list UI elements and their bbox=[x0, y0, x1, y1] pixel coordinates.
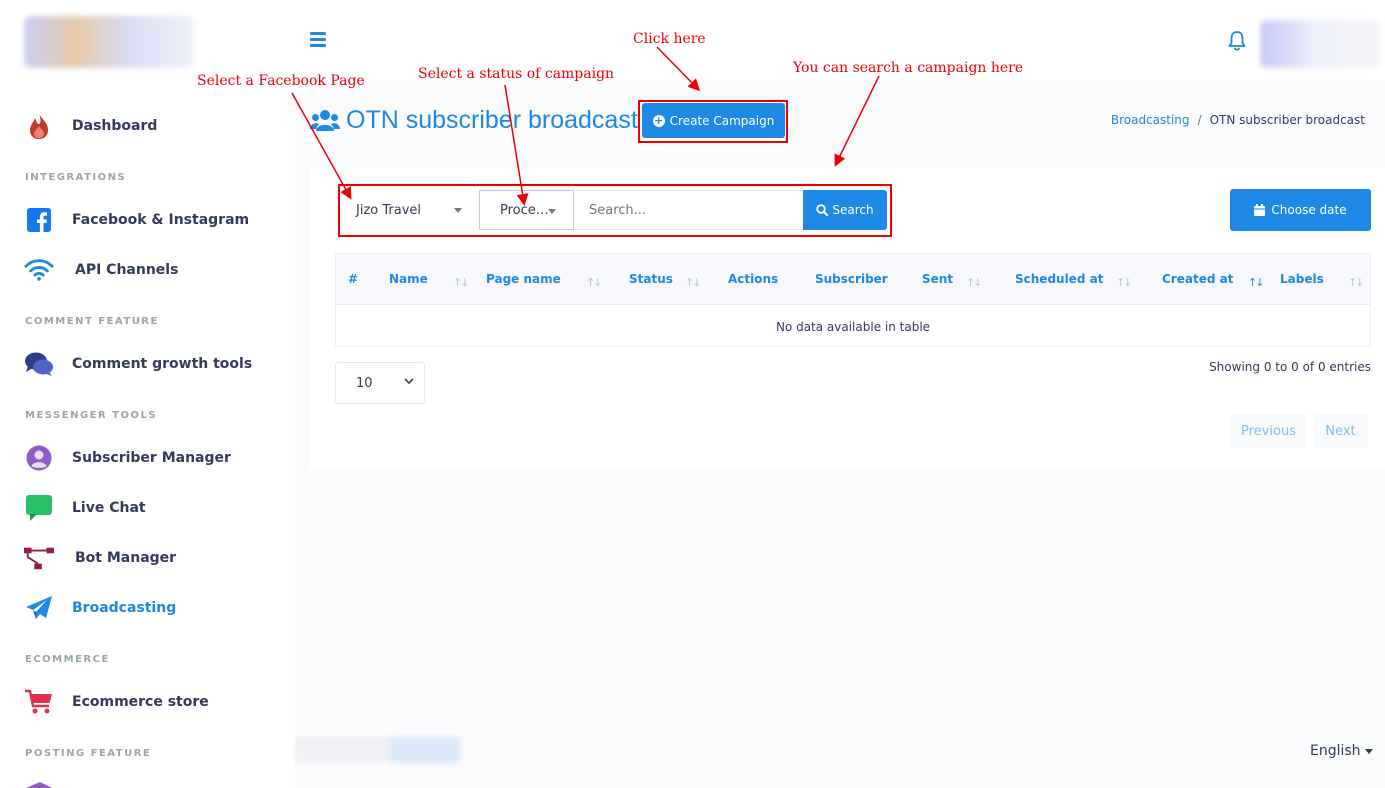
annotation-select-status: Select a status of campaign bbox=[418, 66, 615, 82]
column-header-actions: Actions bbox=[728, 272, 779, 286]
sort-icon[interactable]: ↑↓ bbox=[966, 276, 983, 289]
language-label: English bbox=[1310, 743, 1361, 759]
annotation-search-hint: You can search a campaign here bbox=[793, 60, 1024, 76]
annotation-click-here: Click here bbox=[633, 31, 706, 47]
sidebar-item-facebook-instagram[interactable]: Facebook & Instagram bbox=[24, 200, 249, 240]
sidebar-item-label: Dashboard bbox=[72, 118, 158, 134]
section-header-messenger-tools: MESSENGER TOOLS bbox=[25, 410, 158, 421]
create-campaign-button[interactable]: + Create Campaign bbox=[642, 103, 785, 138]
paper-plane-icon bbox=[24, 593, 54, 623]
footer-copyright bbox=[295, 737, 460, 763]
next-page-button[interactable]: Next bbox=[1313, 414, 1368, 448]
sidebar-item-label: Facebook & Instagram bbox=[72, 212, 250, 228]
sidebar-item-dashboard[interactable]: Dashboard bbox=[24, 106, 157, 146]
sidebar-item-label: Subscriber Manager bbox=[72, 450, 231, 466]
calendar-icon bbox=[1254, 204, 1266, 216]
sidebar-item-label: Ecommerce store bbox=[72, 694, 209, 710]
previous-page-button[interactable]: Previous bbox=[1231, 414, 1306, 448]
user-circle-icon bbox=[24, 443, 54, 473]
sidebar-item-label: Comment growth tools bbox=[72, 356, 253, 372]
sidebar-item-label: Broadcasting bbox=[72, 600, 177, 616]
section-header-posting-feature: POSTING FEATURE bbox=[25, 748, 152, 759]
facebook-page-select[interactable]: Jizo Travel bbox=[342, 190, 472, 230]
chevron-down-icon bbox=[404, 378, 414, 385]
column-header-name[interactable]: Name bbox=[389, 272, 428, 286]
search-icon bbox=[816, 204, 829, 216]
hamburger-icon[interactable] bbox=[310, 32, 326, 48]
caret-down-icon bbox=[454, 208, 462, 213]
table-header: # Name ↑↓ Page name ↑↓ Status ↑↓ Actions… bbox=[336, 254, 1370, 305]
column-header-created-at[interactable]: Created at bbox=[1162, 272, 1233, 286]
search-input[interactable] bbox=[575, 190, 803, 230]
section-header-comment-feature: COMMENT FEATURE bbox=[25, 316, 159, 327]
table-info: Showing 0 to 0 of 0 entries bbox=[1209, 360, 1371, 374]
section-header-ecommerce: ECOMMERCE bbox=[25, 654, 110, 665]
campaign-status-select-value: Proce… bbox=[500, 202, 549, 218]
wifi-icon bbox=[24, 255, 54, 285]
sort-desc-icon[interactable]: ↑↓ bbox=[1248, 276, 1265, 289]
empty-table-message: No data available in table bbox=[775, 320, 931, 334]
sidebar-item-api-channels[interactable]: API Channels bbox=[24, 250, 178, 290]
sort-icon[interactable]: ↑↓ bbox=[586, 276, 603, 289]
brand-logo[interactable] bbox=[24, 16, 194, 68]
column-header-scheduled-at[interactable]: Scheduled at bbox=[1015, 272, 1103, 286]
page-length-select[interactable]: 10 bbox=[335, 362, 425, 404]
sidebar-item-bot-manager[interactable]: Bot Manager bbox=[24, 538, 176, 578]
campaign-status-select[interactable]: Proce… bbox=[479, 190, 574, 230]
page-length-value: 10 bbox=[356, 375, 373, 391]
sort-icon[interactable]: ↑↓ bbox=[453, 276, 470, 289]
breadcrumb: Broadcasting / OTN subscriber broadcast bbox=[1111, 113, 1365, 127]
sort-icon[interactable]: ↑↓ bbox=[685, 276, 702, 289]
sidebar-item-subscriber-manager[interactable]: Subscriber Manager bbox=[24, 438, 231, 478]
sidebar-item-live-chat[interactable]: Live Chat bbox=[24, 488, 146, 528]
caret-down-icon bbox=[548, 209, 556, 214]
caret-down-icon bbox=[1364, 748, 1373, 754]
create-campaign-label: Create Campaign bbox=[669, 113, 775, 128]
breadcrumb-broadcasting[interactable]: Broadcasting bbox=[1111, 113, 1190, 127]
shopping-cart-icon bbox=[24, 687, 54, 717]
breadcrumb-current: OTN subscriber broadcast bbox=[1209, 113, 1365, 127]
sidebar-item-label: API Channels bbox=[75, 262, 179, 278]
choose-date-button[interactable]: Choose date bbox=[1230, 189, 1371, 231]
user-profile[interactable] bbox=[1260, 20, 1380, 68]
plus-circle-icon: + bbox=[652, 113, 665, 127]
facebook-icon bbox=[24, 205, 54, 235]
campaign-table: # Name ↑↓ Page name ↑↓ Status ↑↓ Actions… bbox=[335, 253, 1371, 347]
annotation-select-page: Select a Facebook Page bbox=[197, 73, 365, 89]
column-header-subscriber: Subscriber bbox=[815, 272, 888, 286]
sort-icon[interactable]: ↑↓ bbox=[1116, 276, 1133, 289]
sidebar-item-label: Bot Manager bbox=[75, 550, 177, 566]
page-title: OTN subscriber broadcast bbox=[310, 106, 638, 135]
sidebar-item-comment-growth-tools[interactable]: Comment growth tools bbox=[24, 344, 252, 384]
facebook-page-select-value: Jizo Travel bbox=[356, 202, 421, 218]
sidebar-item-ecommerce-store[interactable]: Ecommerce store bbox=[24, 682, 209, 722]
fire-icon bbox=[24, 111, 54, 141]
page-title-text: OTN subscriber broadcast bbox=[346, 106, 638, 134]
language-dropdown[interactable]: English bbox=[1310, 743, 1373, 759]
chat-bubble-icon bbox=[24, 493, 54, 523]
search-button-label: Search bbox=[832, 203, 874, 217]
breadcrumb-separator: / bbox=[1197, 113, 1202, 127]
column-header-page-name[interactable]: Page name bbox=[486, 272, 561, 286]
users-icon bbox=[310, 109, 340, 131]
choose-date-label: Choose date bbox=[1271, 203, 1347, 217]
column-header-labels[interactable]: Labels bbox=[1280, 272, 1324, 286]
sidebar-item-broadcasting[interactable]: Broadcasting bbox=[24, 588, 176, 628]
column-header-sent[interactable]: Sent bbox=[922, 272, 953, 286]
section-header-integrations: INTEGRATIONS bbox=[25, 172, 127, 183]
search-button[interactable]: Search bbox=[803, 190, 887, 230]
sort-icon[interactable]: ↑↓ bbox=[1348, 276, 1365, 289]
bell-icon[interactable] bbox=[1227, 30, 1247, 52]
sitemap-icon bbox=[24, 543, 54, 573]
posting-icon bbox=[26, 782, 52, 788]
sidebar: Dashboard INTEGRATIONS Facebook & Instag… bbox=[0, 80, 295, 788]
column-header-index[interactable]: # bbox=[348, 272, 358, 286]
sidebar-item-label: Live Chat bbox=[72, 500, 146, 516]
column-header-status[interactable]: Status bbox=[629, 272, 673, 286]
comments-icon bbox=[24, 349, 54, 379]
